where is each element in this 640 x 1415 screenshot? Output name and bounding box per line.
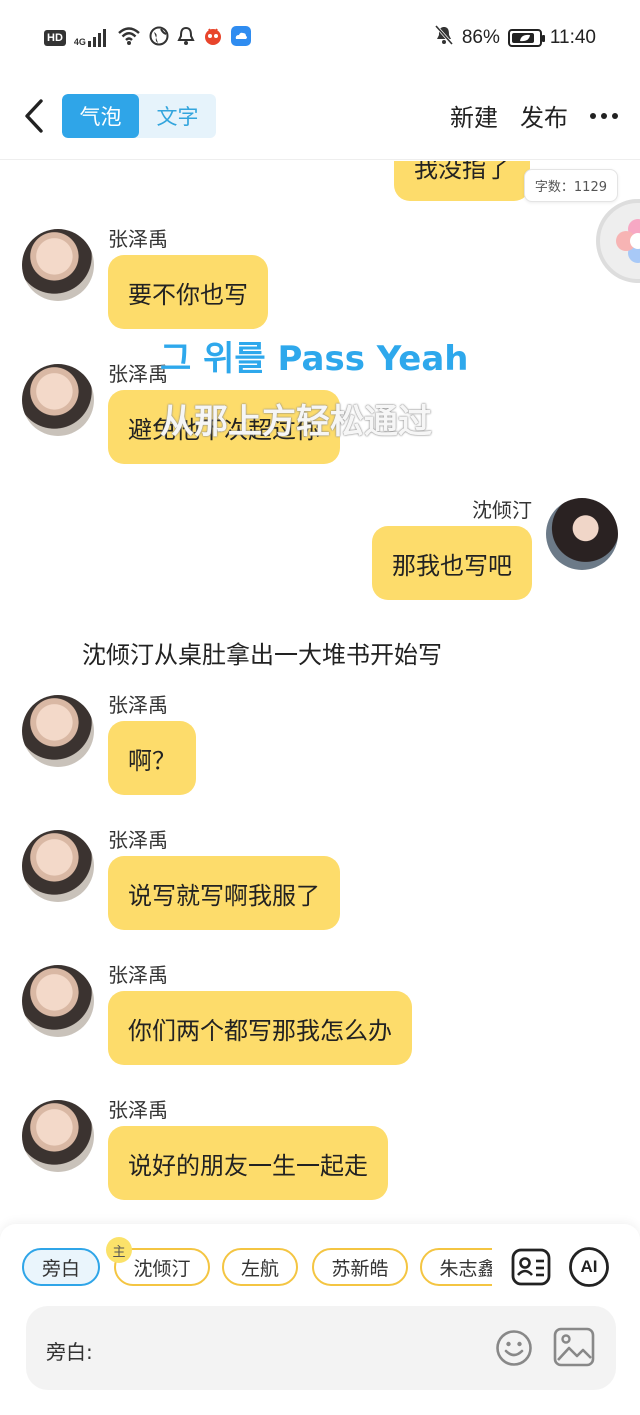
chat-bubble[interactable]: 说写就写啊我服了	[108, 856, 340, 930]
app-notification-icon	[203, 26, 223, 50]
mute-bell-icon	[434, 24, 454, 52]
host-badge: 主	[106, 1237, 132, 1263]
chat-bubble[interactable]: 避免他下次超过你	[108, 390, 340, 464]
chip-character[interactable]: 苏新皓	[312, 1248, 408, 1286]
hd-badge: HD	[44, 30, 66, 46]
tab-bubble[interactable]: 气泡	[62, 94, 139, 138]
back-button[interactable]	[16, 96, 52, 136]
chip-narrator[interactable]: 旁白	[22, 1248, 100, 1286]
ai-button[interactable]: AI	[568, 1246, 610, 1288]
bottom-panel: 旁白 沈倾汀 左航 苏新皓 朱志鑫 AI 旁白:	[0, 1224, 640, 1415]
chat-bubble[interactable]: 要不你也写	[108, 255, 268, 329]
avatar[interactable]	[22, 965, 94, 1037]
chevron-left-icon	[25, 99, 43, 133]
globe-icon	[149, 26, 169, 50]
status-right: 86% 11:40	[434, 24, 596, 52]
emoji-icon[interactable]	[494, 1328, 534, 1368]
chat-bubble[interactable]: 你们两个都写那我怎么办	[108, 991, 412, 1065]
character-chips: 旁白 沈倾汀 左航 苏新皓 朱志鑫	[22, 1248, 492, 1290]
signal-icon: 4G	[74, 29, 109, 47]
avatar[interactable]	[22, 364, 94, 436]
input-speaker-label: 旁白:	[46, 1340, 93, 1364]
chat-bubble[interactable]: 那我也写吧	[372, 526, 532, 600]
chip-character[interactable]: 左航	[222, 1248, 298, 1286]
cloud-app-icon	[230, 26, 251, 50]
sender-name: 张泽禹	[108, 693, 168, 717]
nav-bar: 气泡 文字 新建 发布	[0, 78, 640, 160]
publish-button[interactable]: 发布	[520, 98, 568, 133]
status-left: HD 4G	[44, 26, 251, 50]
avatar[interactable]	[22, 1100, 94, 1172]
sender-name: 沈倾汀	[472, 498, 532, 522]
chip-character[interactable]: 朱志鑫	[420, 1248, 492, 1286]
battery-percent: 86%	[461, 27, 500, 48]
battery-icon	[507, 29, 545, 47]
contact-card-icon	[511, 1248, 551, 1286]
bell-icon	[177, 26, 195, 50]
clock: 11:40	[549, 27, 596, 48]
avatar[interactable]	[22, 695, 94, 767]
chat-bubble[interactable]: 啊？	[108, 721, 196, 795]
avatar[interactable]	[22, 830, 94, 902]
nav-actions: 新建 发布	[450, 98, 618, 133]
word-count-badge: 字数：1129	[523, 169, 618, 202]
chat-area[interactable]: 我没指了 字数：1129 张泽禹 要不你也写 张泽禹 避免他下次超过你 沈倾汀 …	[0, 161, 640, 1224]
tab-text[interactable]: 文字	[139, 94, 216, 138]
sender-name: 张泽禹	[108, 1098, 168, 1122]
bubble-text-toggle: 气泡 文字	[62, 94, 216, 138]
petal-icon	[616, 219, 640, 263]
character-card-button[interactable]	[510, 1246, 552, 1288]
floating-assistant-button[interactable]	[596, 199, 640, 283]
status-bar: HD 4G 86% 11:40	[0, 0, 640, 78]
sender-name: 张泽禹	[108, 828, 168, 852]
image-icon[interactable]	[552, 1326, 596, 1368]
input-box: 旁白:	[26, 1306, 616, 1390]
avatar[interactable]	[22, 229, 94, 301]
message-right: 沈倾汀 那我也写吧	[372, 494, 618, 614]
sender-name: 张泽禹	[108, 227, 168, 251]
sender-name: 张泽禹	[108, 362, 168, 386]
chat-bubble-partial[interactable]: 我没指了	[394, 161, 530, 201]
chat-bubble[interactable]: 说好的朋友一生一起走	[108, 1126, 388, 1200]
sender-name: 张泽禹	[108, 963, 168, 987]
wifi-icon	[117, 26, 141, 50]
ai-label: AI	[580, 1257, 598, 1276]
network-type: 4G	[73, 37, 86, 47]
more-icon[interactable]	[590, 112, 618, 119]
new-button[interactable]: 新建	[450, 98, 498, 133]
overlay-line-korean: 그 위를 Pass Yeah	[160, 339, 469, 379]
message-input[interactable]	[104, 1328, 484, 1368]
avatar[interactable]	[546, 498, 618, 570]
narration-text[interactable]: 沈倾汀从桌肚拿出一大堆书开始写	[82, 635, 442, 670]
